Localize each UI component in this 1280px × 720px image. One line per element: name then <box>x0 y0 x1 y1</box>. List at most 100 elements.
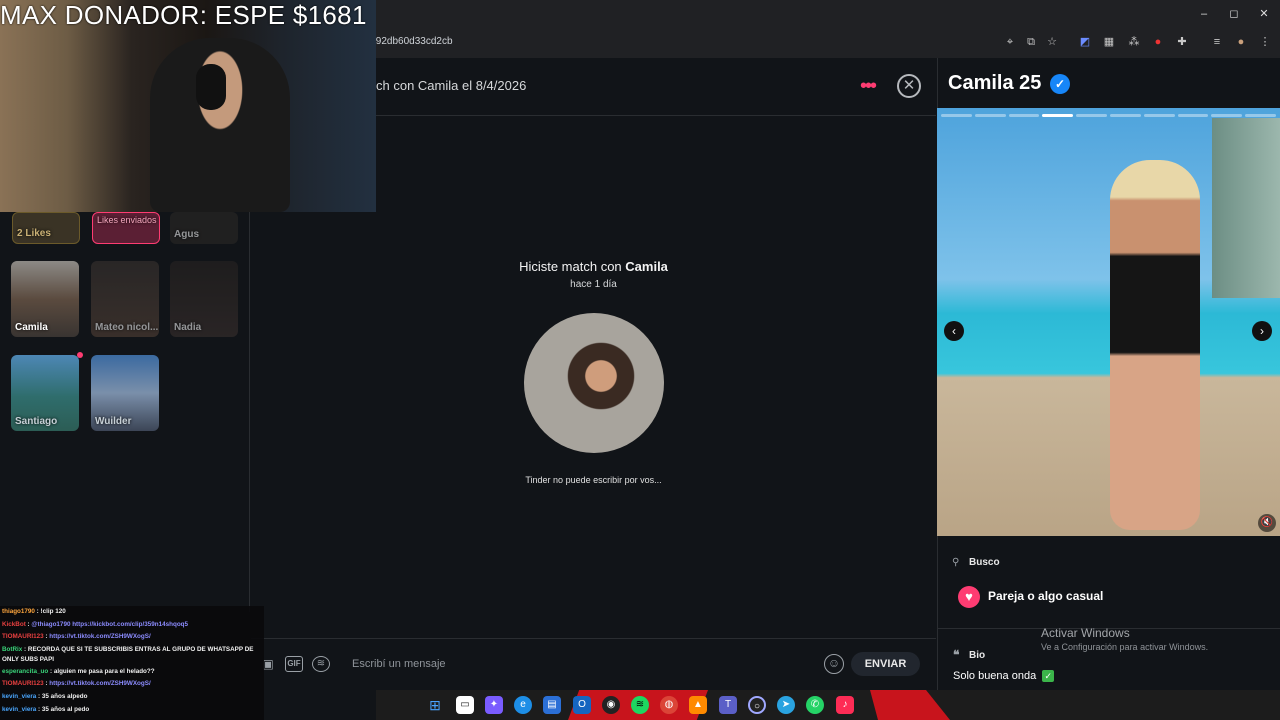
extension-icon[interactable]: ● <box>1151 35 1165 49</box>
photo-progress-segment[interactable] <box>1143 114 1175 117</box>
profile-avatar-icon[interactable]: ● <box>1234 35 1248 49</box>
chat-user: TIOMAURI123 <box>2 633 44 641</box>
task-view-icon[interactable]: ▭ <box>456 696 474 714</box>
new-match-dot <box>77 352 83 358</box>
windows-activate-title: Activar Windows <box>1041 626 1130 640</box>
photo-progress-segment[interactable] <box>1076 114 1107 117</box>
chat-line: kevin_viera : 35 años alpedo <box>2 692 88 700</box>
match-prefix: Hiciste match con <box>519 259 622 274</box>
install-app-icon[interactable]: ⧉ <box>1024 35 1038 49</box>
next-photo-button[interactable]: › <box>1252 321 1272 341</box>
extension-icon[interactable]: ⁂ <box>1127 35 1141 49</box>
photo-progress-segment[interactable] <box>1245 114 1276 117</box>
chat-header-title: ch con Camila el 8/4/2026 <box>376 78 527 93</box>
profile-first-name: Camila <box>948 72 1014 94</box>
chat-line: esperancita_uo : alguien me pasa para el… <box>2 667 155 675</box>
chat-user: thiago1790 <box>2 608 35 615</box>
spotify-icon[interactable]: ≋ <box>631 696 649 714</box>
location-icon[interactable]: ⌖ <box>1003 35 1017 49</box>
app-circle-icon[interactable]: ○ <box>748 696 766 714</box>
copilot-icon[interactable]: ✦ <box>485 696 503 714</box>
app-icon[interactable]: ▲ <box>689 696 707 714</box>
photo-progress-segment[interactable] <box>1042 114 1074 117</box>
emoji-icon[interactable]: ☺ <box>824 654 844 674</box>
match-name: Camila <box>15 322 48 333</box>
chat-line: TIOMAURI123 : https://vt.tiktok.com/ZSH9… <box>2 633 151 641</box>
tinder-note: Tinder no puede escribir por vos... <box>525 475 662 485</box>
photo-progress-segment[interactable] <box>1008 114 1040 117</box>
chat-user: kevin_viera <box>2 705 37 713</box>
bookmark-star-icon[interactable]: ☆ <box>1045 35 1059 49</box>
chrome-icon[interactable]: ◍ <box>660 696 678 714</box>
menu-icon[interactable]: ⋮ <box>1258 35 1272 49</box>
match-camila[interactable]: Camila <box>11 261 79 337</box>
quote-icon: ❝ <box>953 648 960 662</box>
stream-chat: thiago1790 : !clip 120 KickBot : @thiago… <box>0 606 264 720</box>
likes-label: 2 Likes <box>17 228 51 239</box>
maximize-button[interactable]: ◻ <box>1224 6 1244 22</box>
message-input[interactable] <box>340 652 810 676</box>
prev-photo-button[interactable]: ‹ <box>944 321 964 341</box>
gif-button[interactable]: GIF <box>285 656 303 672</box>
match-agus[interactable]: Agus <box>170 212 238 244</box>
match-name: Agus <box>174 229 199 240</box>
puzzle-icon[interactable]: ✚ <box>1175 35 1189 49</box>
match-mateo[interactable]: Mateo nicol... <box>91 261 159 337</box>
edge-icon[interactable]: e <box>514 696 532 714</box>
whatsapp-icon[interactable]: ✆ <box>806 696 824 714</box>
chat-line: thiago1790 : !clip 120 <box>2 608 66 615</box>
photo-figure <box>1110 160 1200 530</box>
match-santiago[interactable]: Santiago <box>11 355 79 431</box>
match-nadia[interactable]: Nadia <box>170 261 238 337</box>
photo-progress-segment[interactable] <box>1110 114 1141 117</box>
media-icon[interactable]: ≡ <box>1210 35 1224 49</box>
chat-msg: !clip 120 <box>40 608 66 615</box>
more-options-icon[interactable]: ••• <box>860 75 877 98</box>
matches-panel: 2 Likes Likes enviados Agus Camila Mateo… <box>0 212 250 612</box>
match-message: Hiciste match con Camila <box>251 259 936 274</box>
headset-icon <box>196 64 226 110</box>
busco-label: Busco <box>969 557 1000 568</box>
chat-line: BotRix : RECORDA QUE SI TE SUBSCRIBIS EN… <box>2 645 254 663</box>
store-icon[interactable]: ▤ <box>543 696 561 714</box>
chat-msg: @thiago1790 https://kickbot.com/clip/359… <box>31 620 189 628</box>
chat-user: kevin_viera <box>2 692 37 700</box>
mute-icon[interactable]: 🔇 <box>1258 514 1276 532</box>
tiktok-icon[interactable]: ♪ <box>836 696 854 714</box>
photo-progress-segment[interactable] <box>1211 114 1243 117</box>
busco-value: Pareja o algo casual <box>988 589 1104 603</box>
match-avatar[interactable] <box>524 313 664 453</box>
chat-line: kevin_viera : 35 años al pedo <box>2 705 90 713</box>
likes-sent-label: Likes enviados <box>97 215 157 225</box>
window-close-button[interactable]: ✕ <box>1254 6 1274 22</box>
chat-line: TIOMAURI123 : https://vt.tiktok.com/ZSH9… <box>2 680 151 688</box>
photo-progress-segment[interactable] <box>1177 114 1209 117</box>
windows-start-icon[interactable]: ⊞ <box>426 696 444 714</box>
photo-progress-segment[interactable] <box>974 114 1006 117</box>
extension-icon[interactable]: ▦ <box>1102 35 1116 49</box>
match-name: Wuilder <box>95 416 132 427</box>
telegram-icon[interactable]: ➤ <box>777 696 795 714</box>
verified-badge-icon: ✓ <box>1050 74 1070 94</box>
close-chat-button[interactable]: ✕ <box>897 74 921 98</box>
chat-line: KickBot : @thiago1790 https://kickbot.co… <box>2 620 189 628</box>
minimize-button[interactable]: – <box>1194 6 1214 22</box>
heart-eyes-icon: ♥ <box>958 586 980 608</box>
send-button[interactable]: ENVIAR <box>851 652 920 676</box>
likes-sent-tile[interactable]: Likes enviados <box>92 212 160 244</box>
taskbar <box>376 690 1280 720</box>
chat-user: BotRix <box>2 645 23 653</box>
chat-user: TIOMAURI123 <box>2 680 44 688</box>
chat-msg: alguien me pasa para el helado?? <box>53 667 155 675</box>
photo-progress-segment[interactable] <box>941 114 972 117</box>
teams-icon[interactable]: T <box>719 696 737 714</box>
outlook-icon[interactable]: O <box>573 696 591 714</box>
obs-icon[interactable]: ◉ <box>602 696 620 714</box>
spotify-icon[interactable]: ≋ <box>312 656 330 672</box>
match-name: Nadia <box>174 322 202 333</box>
likes-tile[interactable]: 2 Likes <box>12 212 80 244</box>
match-wuilder[interactable]: Wuilder <box>91 355 159 431</box>
address-bar[interactable]: la92db60d33cd2cb <box>368 32 1068 52</box>
translate-icon[interactable]: ◩ <box>1078 35 1092 49</box>
chat-msg: 35 años alpedo <box>41 692 88 700</box>
